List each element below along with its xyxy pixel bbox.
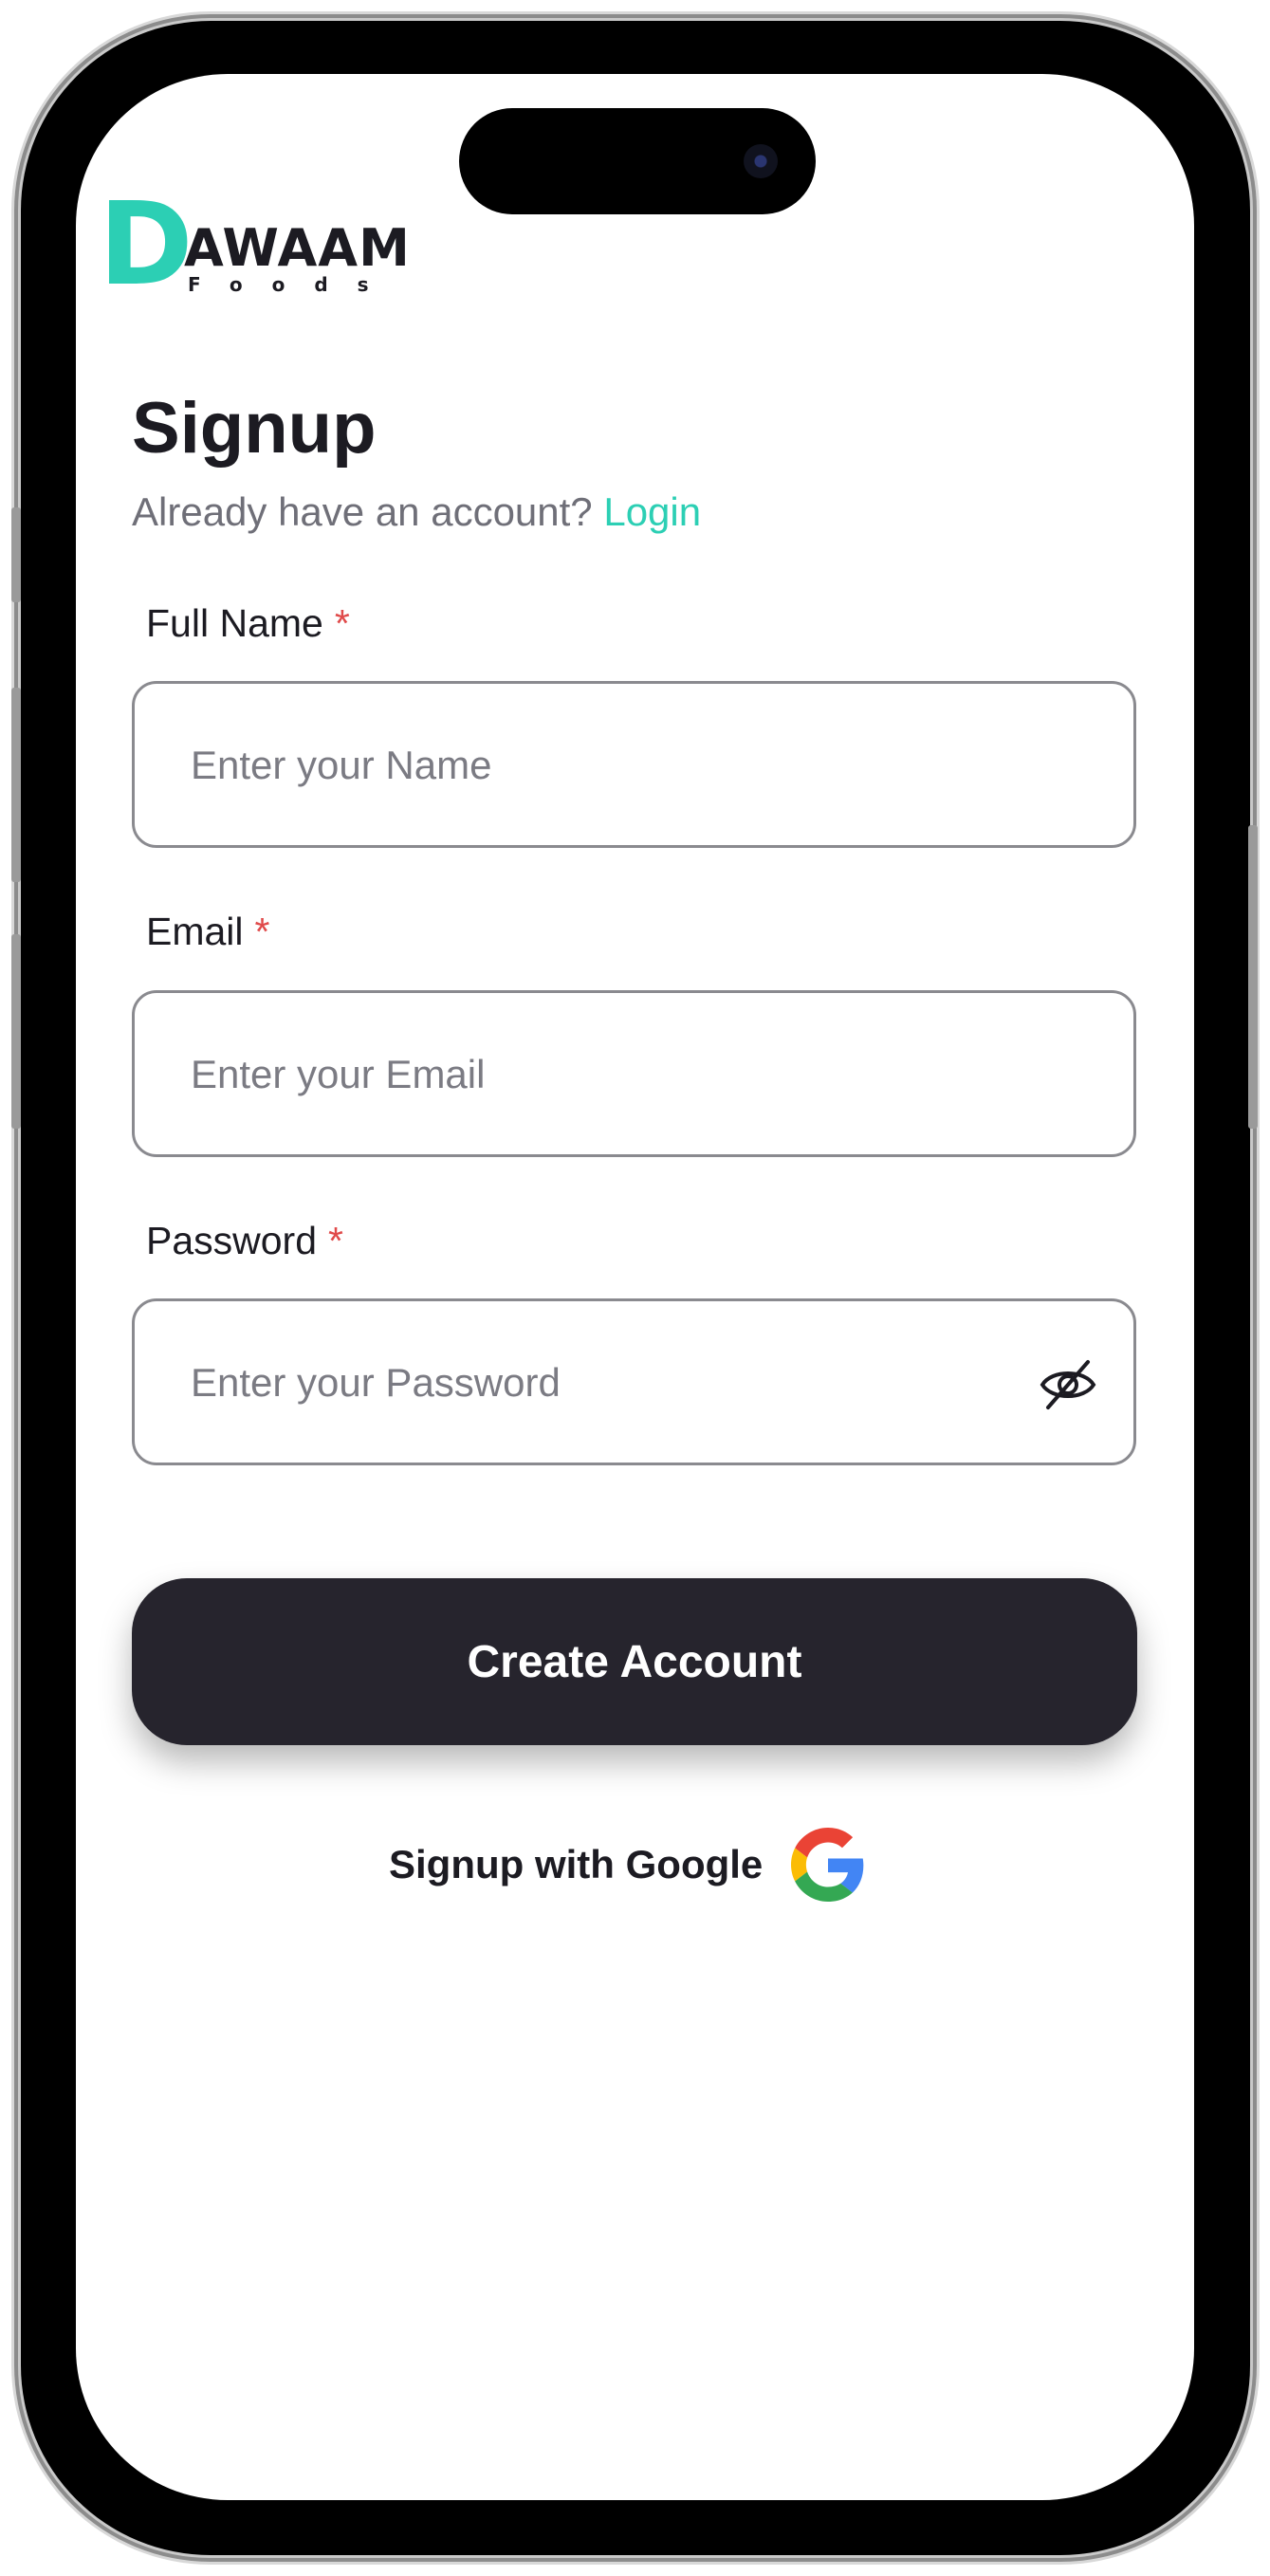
volume-down-button <box>11 934 21 1129</box>
password-label: Password * <box>146 1219 343 1263</box>
front-camera-icon <box>744 144 778 178</box>
password-field[interactable] <box>132 1298 1136 1465</box>
full-name-input[interactable] <box>189 684 1027 847</box>
power-button <box>1248 825 1258 1129</box>
page-title: Signup <box>132 388 377 469</box>
login-link[interactable]: Login <box>603 489 701 534</box>
email-label-text: Email <box>146 910 244 953</box>
logo-wordmark: AWAAM <box>184 218 411 278</box>
password-input[interactable] <box>189 1301 1027 1464</box>
action-button <box>11 507 21 602</box>
dynamic-island <box>459 108 816 214</box>
logo-subtitle: Foods <box>188 273 398 296</box>
volume-up-button <box>11 688 21 882</box>
google-signup-label: Signup with Google <box>389 1842 764 1886</box>
password-label-text: Password <box>146 1219 318 1262</box>
dawaam-foods-logo: D AWAAM Foods <box>99 179 410 311</box>
login-prompt: Already have an account? Login <box>132 489 701 535</box>
required-asterisk: * <box>254 910 270 953</box>
app-screen: D AWAAM Foods Signup Already have an acc… <box>76 74 1194 2500</box>
logo-letter: D <box>99 179 193 311</box>
required-asterisk: * <box>328 1219 343 1262</box>
eye-off-icon[interactable] <box>1039 1356 1097 1413</box>
email-field[interactable] <box>132 990 1136 1157</box>
email-label: Email * <box>146 910 270 954</box>
google-signup-button[interactable]: Signup with Google <box>389 1825 865 1904</box>
login-prompt-text: Already have an account? <box>132 489 593 534</box>
create-account-button[interactable]: Create Account <box>132 1578 1137 1745</box>
full-name-label-text: Full Name <box>146 601 323 645</box>
google-icon <box>791 1828 864 1902</box>
email-input[interactable] <box>189 993 1027 1156</box>
full-name-label: Full Name * <box>146 601 350 646</box>
full-name-field[interactable] <box>132 681 1136 848</box>
required-asterisk: * <box>334 601 350 645</box>
